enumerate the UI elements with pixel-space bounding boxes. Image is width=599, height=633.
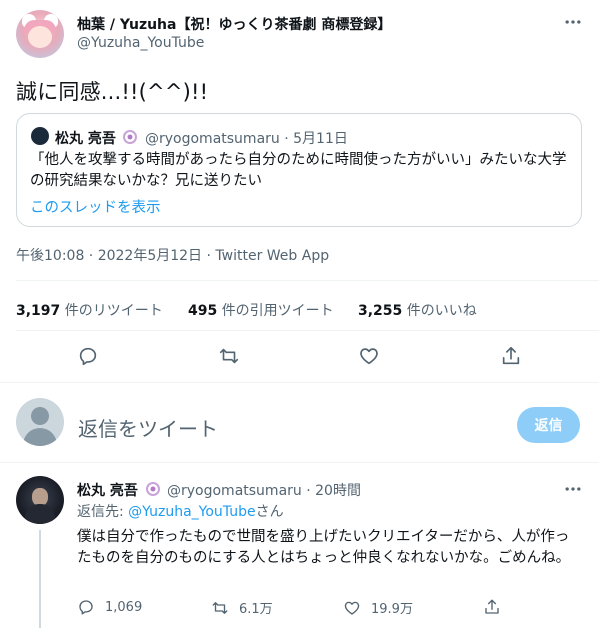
reply-like-action[interactable]: 19.9万 <box>343 598 413 617</box>
quotes-stat[interactable]: 495 件の引用ツイート <box>188 300 334 320</box>
retweet-icon <box>212 601 228 614</box>
author-handle[interactable]: @Yuzuha_YouTube <box>77 35 204 51</box>
replying-to-suffix: さん <box>255 504 284 520</box>
author-avatar[interactable] <box>16 10 64 58</box>
reply-tweet-text: 僕は自分で作ったもので世間を盛り上げたいクリエイターだから、人が作ったものを自分… <box>77 529 571 566</box>
divider <box>0 382 599 383</box>
quoted-author-avatar[interactable] <box>31 127 49 145</box>
replying-to-prefix: 返信先: <box>77 504 129 520</box>
reply-button[interactable]: 返信 <box>517 407 580 443</box>
thread-line <box>39 530 41 628</box>
verified-badge-icon <box>123 129 137 144</box>
replying-to: 返信先: @Yuzuha_YouTubeさん <box>77 501 284 521</box>
heart-icon[interactable] <box>358 345 380 367</box>
verified-badge-icon <box>146 481 160 496</box>
reply-icon[interactable] <box>77 345 99 367</box>
replying-to-handle[interactable]: @Yuzuha_YouTube <box>128 504 255 520</box>
quoted-author-name[interactable]: 松丸 亮吾 <box>55 128 116 148</box>
quoted-handle-date[interactable]: @ryogomatsumaru · 5月11日 <box>145 128 348 148</box>
reply-like-count: 19.9万 <box>371 602 413 617</box>
likes-label: 件のいいね <box>406 303 477 319</box>
reply-retweet-count: 6.1万 <box>239 602 273 617</box>
tweet-text: 誠に同感...!!(^^)!! <box>16 80 209 104</box>
author-display-name[interactable]: 柚葉 / Yuzuha【祝！ゆっくり茶番劇 商標登録】 <box>77 14 391 34</box>
heart-icon <box>344 601 360 615</box>
share-icon <box>485 599 499 614</box>
reply-retweet-action[interactable]: 6.1万 <box>211 598 273 617</box>
reply-share-action[interactable] <box>483 598 511 616</box>
reply-icon <box>79 600 93 615</box>
retweet-icon[interactable] <box>218 345 240 367</box>
likes-stat[interactable]: 3,255 件のいいね <box>358 300 477 320</box>
quotes-label: 件の引用ツイート <box>221 303 334 319</box>
avatar-shoulders <box>25 504 55 524</box>
divider <box>0 462 599 463</box>
reply-author-name[interactable]: 松丸 亮吾 <box>77 480 138 500</box>
likes-count: 3,255 <box>358 303 403 319</box>
reply-input[interactable]: 返信をツイート <box>78 413 218 442</box>
avatar-head <box>31 407 49 425</box>
avatar-face <box>28 26 52 48</box>
retweets-count: 3,197 <box>16 303 61 319</box>
current-user-avatar[interactable] <box>16 398 64 446</box>
reply-handle-time[interactable]: @ryogomatsumaru · 20時間 <box>167 480 361 500</box>
quoted-tweet-text: 「他人を攻撃する時間があったら自分のために時間使った方がいい」みたいな大学の研究… <box>30 152 567 189</box>
reply-reply-count: 1,069 <box>105 599 143 615</box>
retweets-stat[interactable]: 3,197 件のリツイート <box>16 300 163 320</box>
more-options-icon[interactable] <box>563 479 583 499</box>
retweets-label: 件のリツイート <box>64 303 163 319</box>
more-options-icon[interactable] <box>563 12 583 32</box>
share-icon[interactable] <box>500 345 522 367</box>
divider <box>16 330 599 331</box>
divider <box>16 280 599 281</box>
show-thread-link[interactable]: このスレッドを表示 <box>30 196 161 217</box>
avatar-body <box>23 428 57 446</box>
reply-author-avatar[interactable] <box>16 476 64 524</box>
reply-reply-action[interactable]: 1,069 <box>77 598 142 616</box>
tweet-timestamp[interactable]: 午後10:08 · 2022年5月12日 · Twitter Web App <box>16 245 329 265</box>
quotes-count: 495 <box>188 303 218 319</box>
